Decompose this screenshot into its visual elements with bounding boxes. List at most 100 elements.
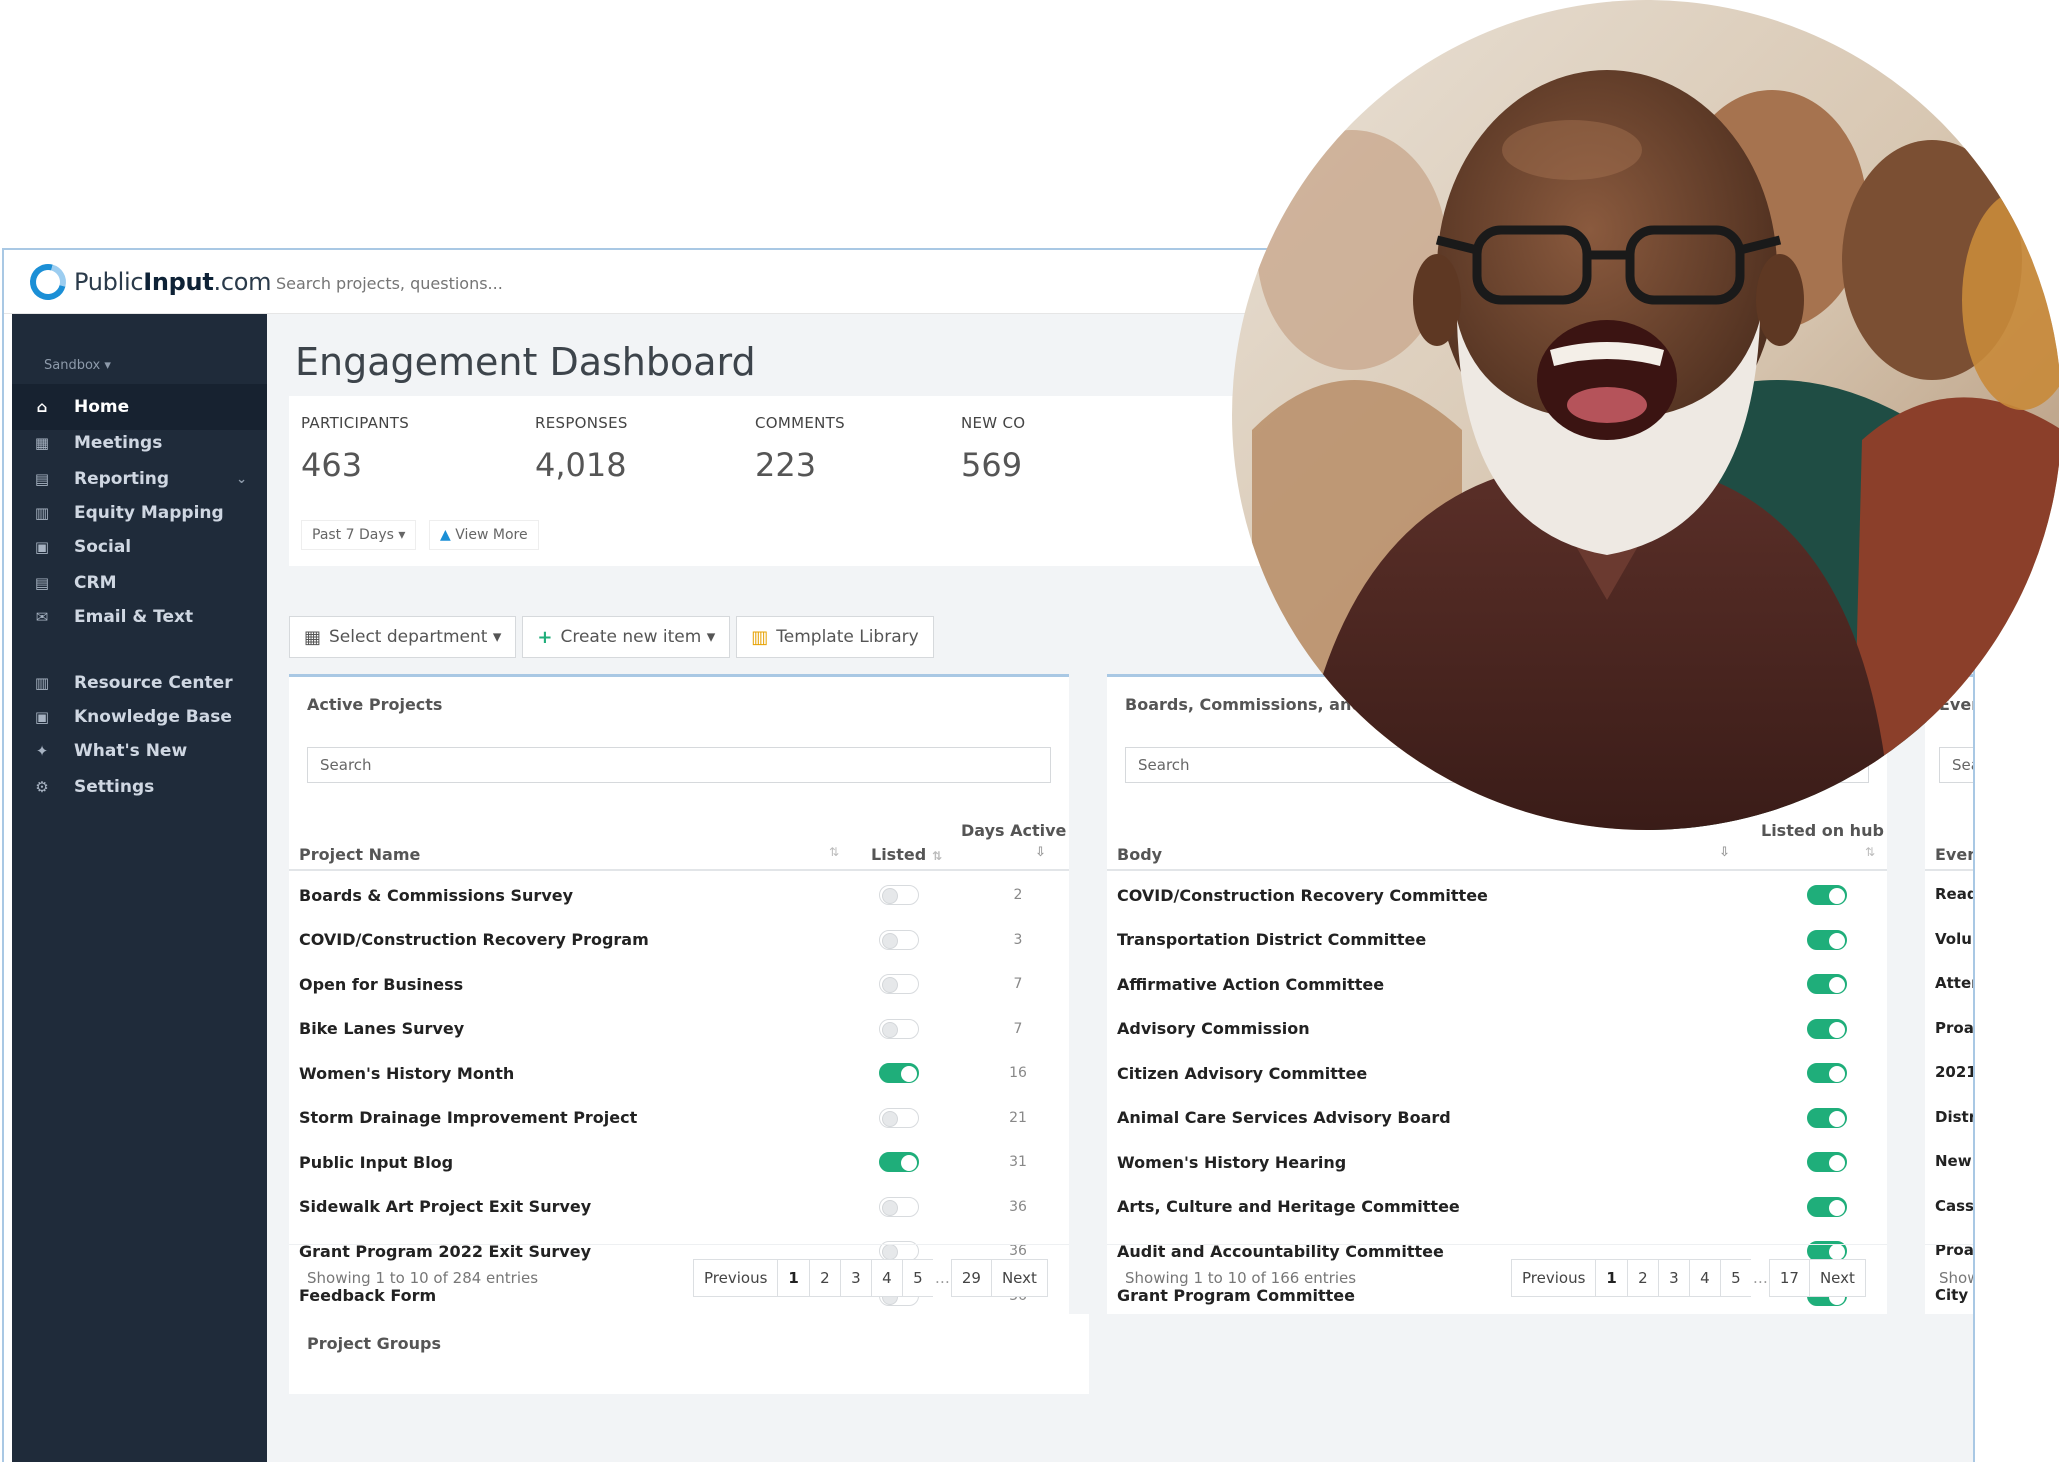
page-button[interactable]: 1 (1595, 1259, 1628, 1297)
listed-toggle[interactable] (879, 1152, 919, 1172)
row-name[interactable]: Arts, Culture and Heritage Committee (1117, 1197, 1460, 1216)
row-name[interactable]: Animal Care Services Advisory Board (1117, 1108, 1451, 1127)
page-button[interactable]: 3 (839, 1259, 872, 1297)
table-row[interactable]: Affirmative Action Committee (1107, 962, 1887, 1006)
col-listed[interactable]: Listed ⇅ (871, 845, 942, 864)
page-button[interactable]: 17 (1768, 1259, 1810, 1297)
chevron-down-icon[interactable]: ⌄ (236, 472, 247, 487)
listed-toggle[interactable] (1807, 1063, 1847, 1083)
row-name[interactable]: Advisory Commission (1117, 1019, 1310, 1038)
row-name[interactable]: COVID/Construction Recovery Committee (1117, 886, 1488, 905)
row-name[interactable]: Affirmative Action Committee (1117, 975, 1384, 994)
workspace-dropdown[interactable]: Sandbox ▾ (44, 358, 111, 373)
event-row[interactable]: Volun (1935, 930, 1973, 948)
event-row[interactable]: Distri (1935, 1108, 1973, 1126)
table-row[interactable]: Open for Business 7 (289, 962, 1069, 1006)
previous-page-button[interactable]: Previous (1511, 1259, 1597, 1297)
listed-toggle[interactable] (879, 885, 919, 905)
table-row[interactable]: Storm Drainage Improvement Project 21 (289, 1096, 1069, 1140)
listed-toggle[interactable] (1807, 1107, 1847, 1128)
table-row[interactable]: Women's History Month 16 (289, 1051, 1069, 1095)
previous-page-button[interactable]: Previous (693, 1259, 779, 1297)
row-name[interactable]: Women's History Month (299, 1064, 514, 1083)
page-button[interactable]: 2 (808, 1259, 841, 1297)
home-icon: ⌂ (36, 398, 48, 416)
row-name[interactable]: Citizen Advisory Committee (1117, 1064, 1367, 1083)
col-body[interactable]: Body (1117, 845, 1162, 864)
table-row[interactable]: COVID/Construction Recovery Committee (1107, 873, 1887, 917)
row-name[interactable]: Bike Lanes Survey (299, 1019, 464, 1038)
sort-desc-icon[interactable]: ⇩ (1719, 845, 1730, 860)
active-projects-search-input[interactable] (307, 747, 1051, 783)
row-name[interactable]: COVID/Construction Recovery Program (299, 930, 649, 949)
sidebar-item-email-text[interactable]: ✉ Email & Text (12, 594, 267, 640)
page-button[interactable]: 3 (1657, 1259, 1690, 1297)
select-department-button[interactable]: ▦ Select department ▾ (289, 616, 517, 658)
page-button[interactable]: 29 (950, 1259, 992, 1297)
logo[interactable]: PublicInput.com (23, 257, 271, 307)
table-row[interactable]: Public Input Blog 31 (289, 1140, 1069, 1184)
sidebar-item-settings[interactable]: ⚙ Settings (12, 764, 267, 810)
page-button[interactable]: 1 (777, 1259, 810, 1297)
create-new-item-button[interactable]: + Create new item ▾ (522, 616, 731, 658)
col-listed-on-hub[interactable]: Listed on hub (1761, 821, 1884, 840)
event-row[interactable]: New I (1935, 1152, 1973, 1170)
sort-icon[interactable]: ⇅ (1865, 845, 1875, 859)
table-row[interactable]: Animal Care Services Advisory Board (1107, 1096, 1887, 1140)
row-name[interactable]: Boards & Commissions Survey (299, 886, 573, 905)
library-icon: ▥ (751, 626, 769, 648)
listed-toggle[interactable] (1807, 929, 1847, 950)
page-button[interactable]: 5 (1719, 1259, 1752, 1297)
listed-toggle[interactable] (879, 1063, 919, 1083)
col-days-active[interactable]: Days Active (961, 821, 1066, 840)
listed-toggle[interactable] (879, 974, 919, 994)
listed-toggle[interactable] (1807, 885, 1847, 905)
table-row[interactable]: Sidewalk Art Project Exit Survey 36 (289, 1185, 1069, 1229)
template-library-button[interactable]: ▥ Template Library (736, 616, 934, 658)
row-name[interactable]: Sidewalk Art Project Exit Survey (299, 1197, 591, 1216)
col-project-name[interactable]: Project Name (299, 845, 420, 864)
row-name[interactable]: Storm Drainage Improvement Project (299, 1108, 637, 1127)
sort-icon[interactable]: ⇅ (829, 845, 839, 859)
row-name[interactable]: Women's History Hearing (1117, 1153, 1346, 1172)
listed-toggle[interactable] (1807, 1152, 1847, 1172)
page-button[interactable]: 4 (870, 1259, 903, 1297)
listed-toggle[interactable] (1807, 974, 1847, 994)
listed-toggle[interactable] (1807, 1196, 1847, 1217)
row-name[interactable]: Public Input Blog (299, 1153, 453, 1172)
sort-desc-icon[interactable]: ⇩ (1035, 845, 1046, 860)
table-row[interactable]: Transportation District Committee (1107, 918, 1887, 962)
listed-toggle[interactable] (879, 1196, 919, 1217)
event-row[interactable]: 2021 S (1935, 1063, 1973, 1081)
page-button[interactable]: 2 (1626, 1259, 1659, 1297)
table-row[interactable]: Advisory Commission (1107, 1007, 1887, 1051)
table-row[interactable]: Women's History Hearing (1107, 1140, 1887, 1184)
listed-toggle[interactable] (879, 1107, 919, 1128)
next-page-button[interactable]: Next (990, 1259, 1048, 1297)
event-row[interactable]: Ready (1935, 885, 1973, 903)
table-row[interactable]: Bike Lanes Survey 7 (289, 1007, 1069, 1051)
view-more-button[interactable]: ▲ View More (429, 520, 539, 550)
col-label: Project Name (299, 845, 421, 864)
listed-toggle[interactable] (1807, 1018, 1847, 1039)
listed-toggle[interactable] (879, 929, 919, 950)
col-event[interactable]: Event (1935, 845, 1973, 864)
table-row[interactable]: COVID/Construction Recovery Program 3 (289, 918, 1069, 962)
page-button[interactable]: 4 (1688, 1259, 1721, 1297)
global-search-input[interactable] (276, 274, 696, 293)
date-range-dropdown[interactable]: Past 7 Days ▾ (301, 520, 417, 550)
next-page-button[interactable]: Next (1808, 1259, 1866, 1297)
listed-toggle[interactable] (879, 1018, 919, 1039)
event-row[interactable]: Atten (1935, 974, 1973, 992)
table-row[interactable]: Arts, Culture and Heritage Committee (1107, 1185, 1887, 1229)
event-row[interactable]: Cassia (1935, 1197, 1973, 1215)
row-name[interactable]: Transportation District Committee (1117, 930, 1426, 949)
table-row[interactable]: Boards & Commissions Survey 2 (289, 873, 1069, 917)
row-name[interactable]: Open for Business (299, 975, 463, 994)
event-row[interactable]: Proac (1935, 1019, 1973, 1037)
page-button[interactable]: 5 (901, 1259, 934, 1297)
col-label: Days Active (961, 821, 1067, 840)
table-row[interactable]: Citizen Advisory Committee (1107, 1051, 1887, 1095)
sort-icon: ⇅ (932, 849, 943, 863)
events-search-input[interactable] (1939, 747, 1973, 783)
